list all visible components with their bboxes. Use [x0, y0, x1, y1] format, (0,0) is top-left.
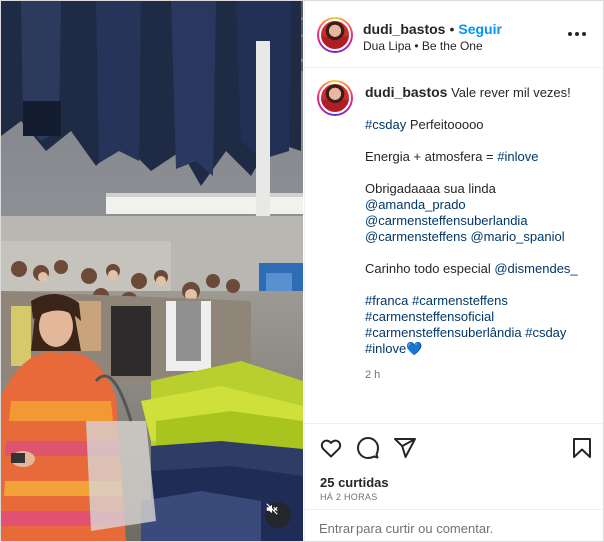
post-video[interactable]: [1, 1, 303, 541]
hashtag-link[interactable]: #carmensteffens: [412, 293, 508, 308]
post-details-panel: dudi_bastos • Seguir Dua Lipa • Be the One…: [304, 1, 603, 541]
comment-login-bar: Entrar para curtir ou comentar.: [305, 509, 603, 541]
comment-icon[interactable]: [356, 436, 380, 460]
audio-track: Be the One: [421, 39, 483, 53]
hashtag-link[interactable]: #carmensteffensoficial: [365, 309, 494, 324]
mute-toggle-button[interactable]: [265, 502, 291, 528]
mention-link[interactable]: @dismendes_: [494, 261, 577, 276]
header-username[interactable]: dudi_bastos: [363, 21, 445, 37]
caption-line: #carmensteffensuberlândia #csday: [365, 325, 595, 341]
caption-line: @carmensteffens @mario_spaniol: [365, 229, 595, 245]
hashtag-link[interactable]: #csday: [525, 325, 566, 340]
comment-timestamp[interactable]: 2 h: [365, 367, 595, 383]
instagram-post-modal: dudi_bastos • Seguir Dua Lipa • Be the One…: [0, 0, 604, 542]
caption-text: Obrigadaaaa sua linda: [365, 181, 496, 196]
avatar[interactable]: [317, 17, 353, 53]
caption-first-line: dudi_bastos Vale rever mil vezes!: [365, 84, 595, 101]
caption-text: Carinho todo especial: [365, 261, 495, 276]
audio-artist: Dua Lipa: [363, 39, 412, 53]
caption-line: @carmensteffensuberlandia: [365, 213, 595, 229]
caption-text: Energia + atmosfera =: [365, 149, 498, 164]
caption-line: @amanda_prado: [365, 197, 595, 213]
likes-count[interactable]: 25 curtidas: [320, 475, 389, 490]
caption-text: 💙: [406, 341, 423, 356]
caption-line: #carmensteffensoficial: [365, 309, 595, 325]
audio-separator: •: [411, 39, 422, 53]
hashtag-link[interactable]: #inlove: [497, 149, 538, 164]
share-icon[interactable]: [393, 436, 417, 460]
login-link[interactable]: Entrar: [319, 521, 354, 536]
heart-icon[interactable]: [319, 436, 343, 460]
mention-link[interactable]: @carmensteffensuberlandia: [365, 213, 528, 228]
caption-line: Carinho todo especial @dismendes_: [365, 261, 595, 277]
caption-text: Perfeitooooo: [406, 117, 484, 132]
post-header: dudi_bastos • Seguir Dua Lipa • Be the One: [305, 1, 603, 68]
more-options-icon[interactable]: [568, 27, 586, 41]
audio-info[interactable]: Dua Lipa • Be the One: [363, 39, 483, 53]
caption-line: Energia + atmosfera = #inlove: [365, 149, 595, 165]
mention-link[interactable]: @amanda_prado: [365, 197, 466, 212]
caption-line: Obrigadaaaa sua linda: [365, 181, 595, 197]
comments-area: dudi_bastos Vale rever mil vezes! #csday…: [305, 68, 603, 418]
hashtag-link[interactable]: #csday: [365, 117, 406, 132]
sound-off-icon: [266, 503, 278, 515]
caption-line: #csday Perfeitooooo: [365, 117, 595, 133]
mention-link[interactable]: @carmensteffens: [365, 229, 467, 244]
mention-link[interactable]: @mario_spaniol: [470, 229, 564, 244]
hashtag-link[interactable]: #carmensteffensuberlândia: [365, 325, 522, 340]
hashtag-link[interactable]: #franca: [365, 293, 408, 308]
caption-line: #franca #carmensteffens: [365, 293, 595, 309]
action-bar: [305, 423, 603, 472]
caption-avatar[interactable]: [317, 80, 353, 116]
hashtag-link[interactable]: #inlove: [365, 341, 406, 356]
caption-line: #inlove💙: [365, 341, 595, 357]
follow-button[interactable]: Seguir: [458, 21, 502, 37]
separator-dot: •: [449, 21, 455, 37]
bookmark-icon[interactable]: [570, 436, 594, 460]
post-time-ago: HÁ 2 HORAS: [320, 492, 378, 502]
post-caption: dudi_bastos Vale rever mil vezes! #csday…: [365, 84, 595, 383]
video-frame: [1, 1, 303, 541]
header-user-row: dudi_bastos • Seguir: [363, 21, 502, 37]
caption-text: Vale rever mil vezes!: [451, 85, 571, 100]
caption-username[interactable]: dudi_bastos: [365, 84, 447, 100]
comment-login-text: para curtir ou comentar.: [356, 521, 494, 536]
